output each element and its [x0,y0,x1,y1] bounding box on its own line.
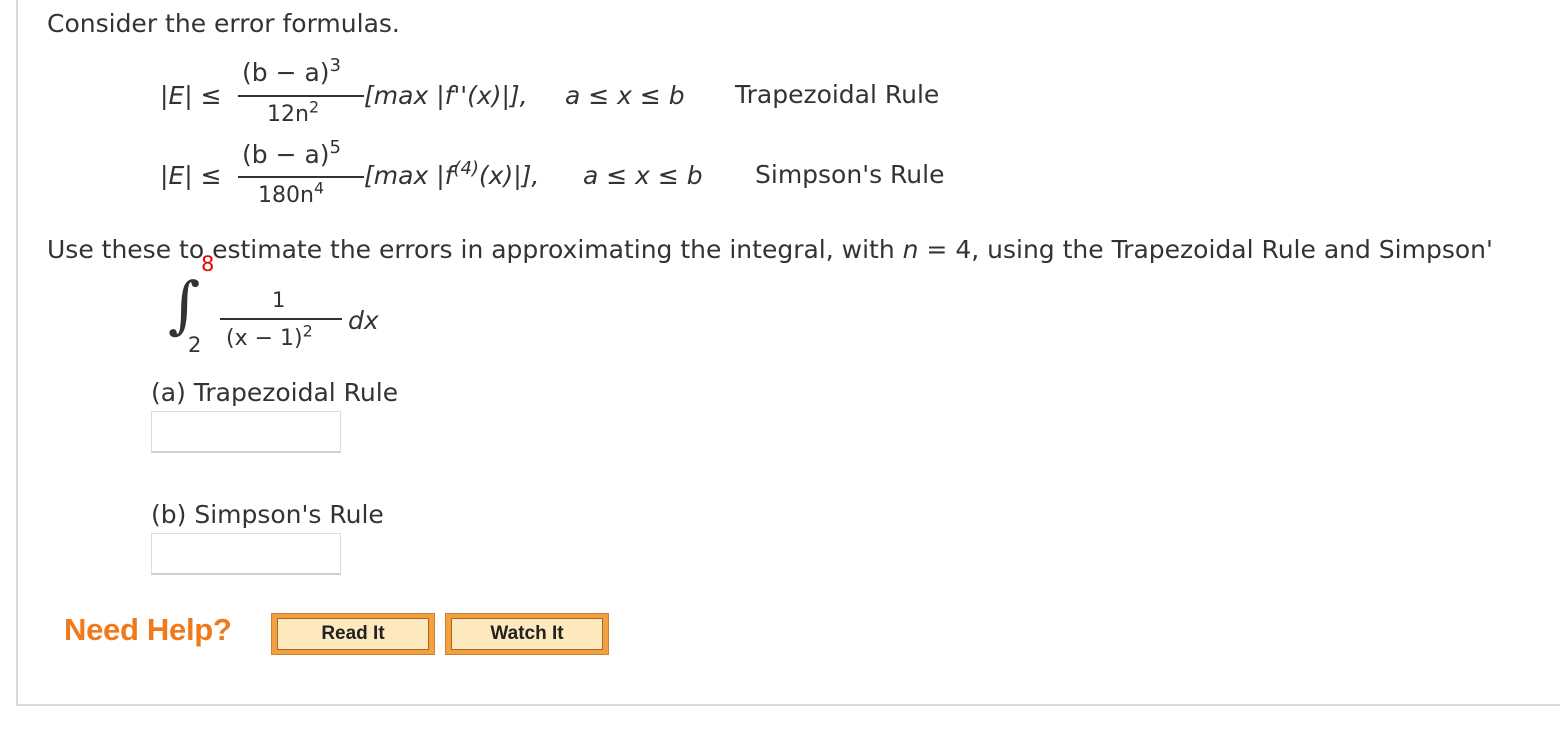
read-it-button[interactable]: Read It [271,613,435,655]
trap-lhs: |E| ≤ [160,81,222,110]
instruction-text: Use these to estimate the errors in appr… [47,235,1493,264]
integrand-dx: dx [348,306,379,335]
integrand-fraction-bar [220,318,342,320]
simp-fraction-bar [238,176,364,178]
trap-numerator: (b − a)3 [242,55,341,87]
simp-denominator: 180n4 [258,178,325,208]
part-a-label: (a) Trapezoidal Rule [151,378,399,407]
trap-denominator: 12n2 [267,97,320,127]
part-b-answer-input[interactable] [151,533,341,575]
integral-lower-limit: 2 [188,333,202,357]
part-b-label: (b) Simpson's Rule [151,500,384,529]
read-it-button-label: Read It [277,618,429,650]
need-help-label: Need Help? [64,612,232,647]
watch-it-button[interactable]: Watch It [445,613,609,655]
simp-max-term: [max |f(4)(x)|], [364,158,540,190]
integrand-numerator: 1 [272,288,286,312]
trap-domain: a ≤ x ≤ b [565,81,685,110]
trap-rule-name: Trapezoidal Rule [735,80,940,109]
simp-lhs: |E| ≤ [160,161,222,190]
simp-numerator: (b − a)5 [242,137,341,169]
integral-sign: ∫ [168,268,201,341]
watch-it-button-label: Watch It [451,618,603,650]
trap-max-term: [max |f''(x)|], [364,81,528,110]
integrand-denominator: (x − 1)2 [226,321,313,351]
intro-text: Consider the error formulas. [47,9,400,38]
trap-fraction-bar [238,95,364,97]
simp-domain: a ≤ x ≤ b [583,161,703,190]
part-a-answer-input[interactable] [151,411,341,453]
simp-rule-name: Simpson's Rule [755,160,945,189]
integral-upper-limit: 8 [201,252,215,276]
